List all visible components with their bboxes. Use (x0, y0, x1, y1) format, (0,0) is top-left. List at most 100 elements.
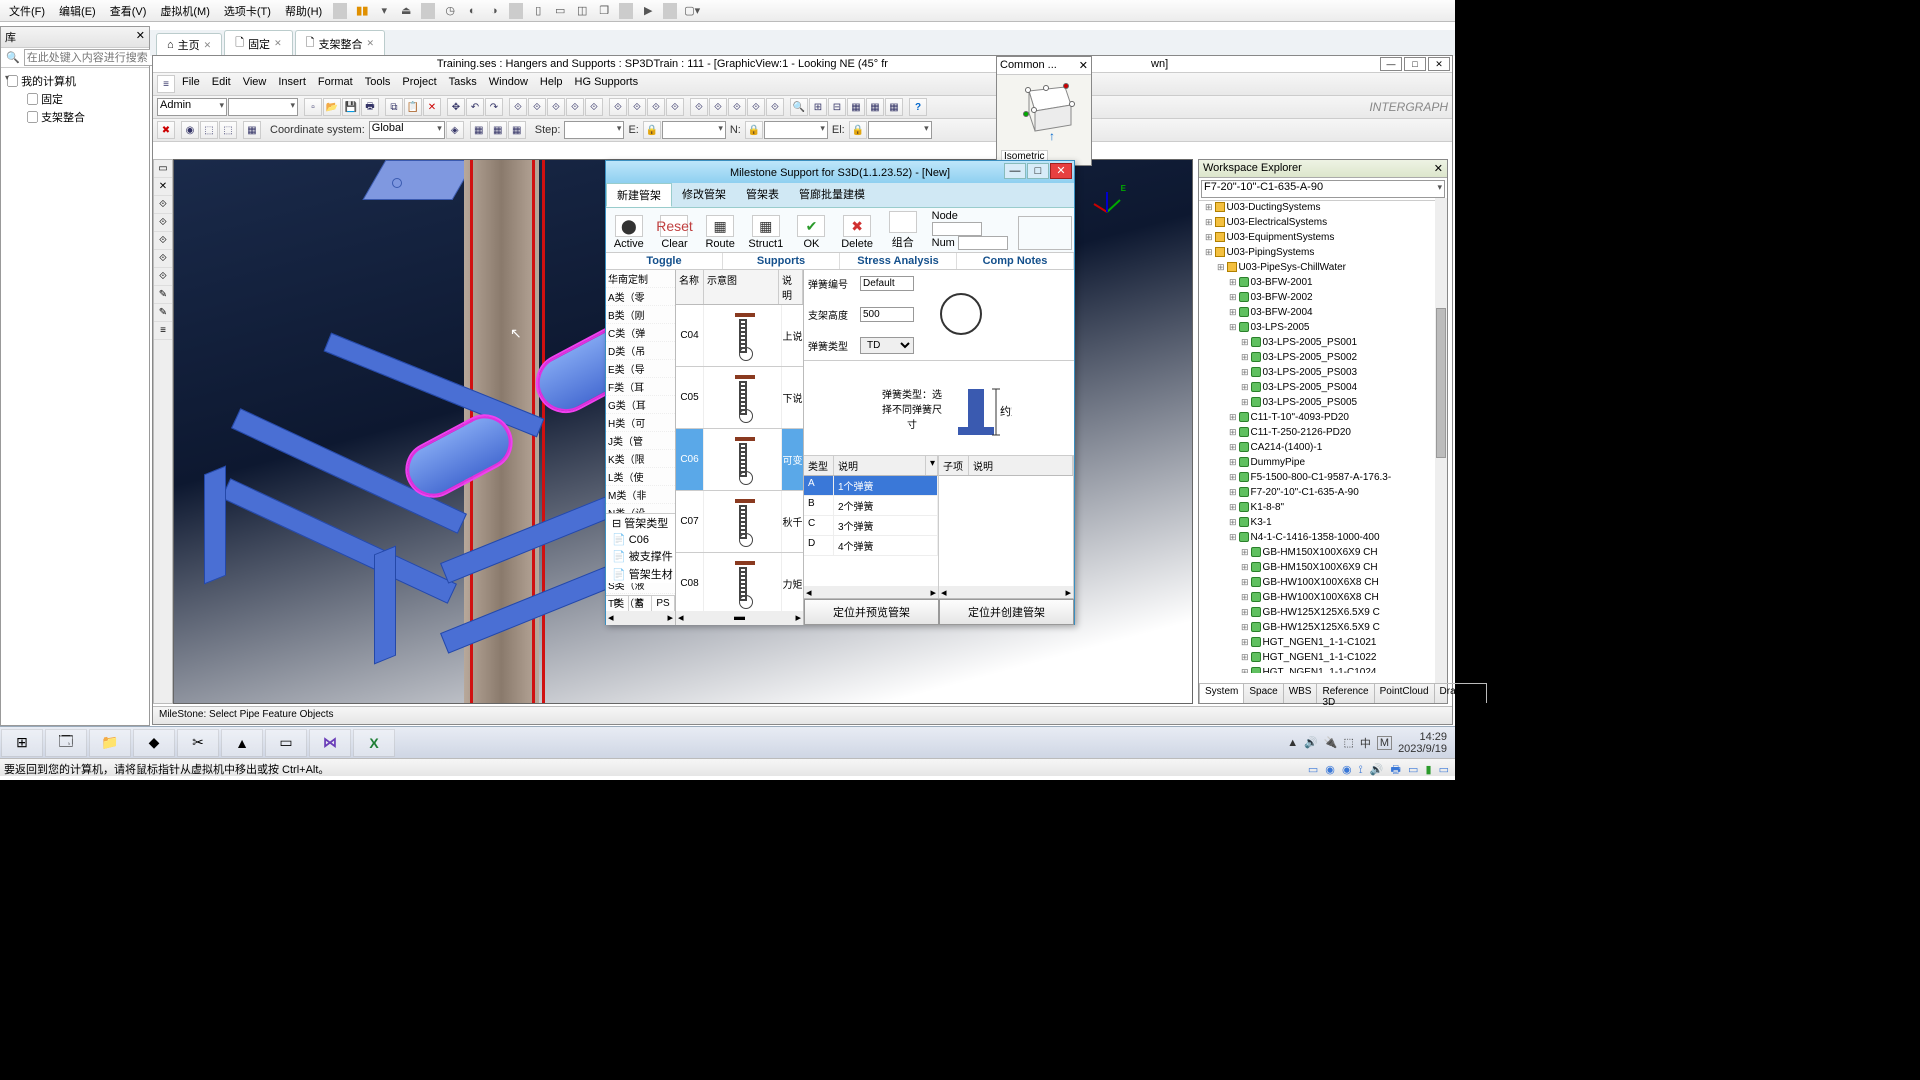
ws-tab-system[interactable]: System (1199, 683, 1244, 703)
snip-icon[interactable]: ✂ (177, 729, 219, 757)
select-icon[interactable]: ▭ (154, 160, 172, 178)
new-icon[interactable]: ▫ (304, 98, 322, 116)
scheme-row[interactable]: C07秋千 (676, 491, 803, 553)
ws-tree[interactable]: U03-DuctingSystemsU03-ElectricalSystemsU… (1199, 198, 1435, 673)
node-input[interactable] (932, 222, 982, 236)
vm-menu-file[interactable]: 文件(F) (2, 0, 52, 22)
tool-icon[interactable]: ⊟ (828, 98, 846, 116)
clock-time[interactable]: 14:29 (1398, 731, 1447, 743)
tool-icon[interactable]: ≡ (154, 322, 172, 340)
lock-icon[interactable]: 🔒 (745, 121, 763, 139)
type-table[interactable]: 类型说明▾ A1个弹簧B2个弹簧C3个弹簧D4个弹簧 ◂▸ (804, 456, 939, 598)
detail-tree-item[interactable]: 📄 C06 (606, 532, 675, 547)
ws-tree-node[interactable]: U03-DuctingSystems (1201, 200, 1433, 215)
tool-icon[interactable]: ◉ (181, 121, 199, 139)
n-dropdown[interactable] (764, 121, 828, 139)
ws-tree-node[interactable]: 03-LPS-2005_PS002 (1201, 350, 1433, 365)
menu-file[interactable]: File (177, 75, 205, 93)
lock-icon[interactable]: 🔒 (849, 121, 867, 139)
menu-help[interactable]: Help (535, 75, 568, 93)
pause-icon[interactable]: ▮▮ (353, 2, 371, 20)
open-icon[interactable]: 📂 (323, 98, 341, 116)
paste-icon[interactable]: 📋 (404, 98, 422, 116)
tool-icon[interactable]: ⟐ (766, 98, 784, 116)
snapshot-icon[interactable]: ◐ (463, 2, 481, 20)
dialog-titlebar[interactable]: Milestone Support for S3D(1.1.23.52) - [… (606, 161, 1074, 183)
ws-tree-node[interactable]: HGT_NGEN1_1-1-C1022 (1201, 650, 1433, 665)
library-tree[interactable]: ▢ 我的计算机 ▢ 固定 ▢ 支架整合 (1, 68, 149, 130)
close-icon[interactable]: ✕ (366, 38, 374, 49)
tool-icon[interactable]: ⟐ (154, 268, 172, 286)
tool-icon[interactable]: ▦ (866, 98, 884, 116)
category-item[interactable]: F类（耳 (606, 378, 675, 396)
copy-icon[interactable]: ⧉ (385, 98, 403, 116)
tool-icon[interactable]: ◈ (446, 121, 464, 139)
ws-tree-node[interactable]: N4-1-C-1416-1358-1000-400 (1201, 530, 1433, 545)
subitem-table[interactable]: 子项说明 ◂▸ (939, 456, 1074, 598)
table-row[interactable]: A1个弹簧 (804, 476, 938, 496)
device-icon[interactable]: 🔊 (1370, 764, 1384, 776)
device-icon[interactable]: ▭ (1439, 764, 1449, 776)
menu-project[interactable]: Project (397, 75, 441, 93)
scroll-right-icon[interactable]: ▸ (795, 611, 801, 625)
close-icon[interactable]: ✕ (204, 40, 212, 51)
scheme-row[interactable]: C05下说 (676, 367, 803, 429)
subtab-notes[interactable]: Comp Notes (957, 253, 1074, 269)
ws-tree-node[interactable]: 03-LPS-2005_PS004 (1201, 380, 1433, 395)
menu-tasks[interactable]: Tasks (444, 75, 482, 93)
layout3-icon[interactable]: ◫ (573, 2, 591, 20)
ws-tree-node[interactable]: 03-LPS-2005 (1201, 320, 1433, 335)
vs-icon[interactable]: ⋈ (309, 729, 351, 757)
close-icon[interactable]: ✕ (1428, 57, 1450, 71)
unity-icon[interactable]: ▢▾ (683, 2, 701, 20)
tool-icon[interactable]: ⬚ (200, 121, 218, 139)
menu-format[interactable]: Format (313, 75, 358, 93)
menu-hgsup[interactable]: HG Supports (570, 75, 644, 93)
table-row[interactable]: B2个弹簧 (804, 496, 938, 516)
tool-icon[interactable]: ▦ (470, 121, 488, 139)
category-item[interactable]: G类（耳 (606, 396, 675, 414)
detail-tree-item[interactable]: 📄 被支撑件 (606, 547, 675, 565)
detail-tree-item[interactable]: ⊟ 管架类型 (606, 514, 675, 532)
vm-menu-edit[interactable]: 编辑(E) (52, 0, 103, 22)
close-icon[interactable]: ✕ (1434, 162, 1443, 175)
vm-menu-view[interactable]: 查看(V) (103, 0, 154, 22)
move-icon[interactable]: ✥ (447, 98, 465, 116)
ws-tree-node[interactable]: GB-HM150X100X6X9 CH (1201, 545, 1433, 560)
tool-icon[interactable]: ⟐ (628, 98, 646, 116)
ws-tab-pointcloud[interactable]: PointCloud (1374, 683, 1435, 703)
ws-tab-drawings[interactable]: Drawings (1434, 683, 1488, 703)
tool-icon[interactable]: ⬚ (219, 121, 237, 139)
dlg-tool-route[interactable]: ▦Route (697, 213, 743, 252)
tab-batch[interactable]: 管廊批量建模 (789, 183, 875, 207)
tool-icon[interactable]: ⊞ (809, 98, 827, 116)
ws-tree-node[interactable]: 03-BFW-2001 (1201, 275, 1433, 290)
clock-date[interactable]: 2023/9/19 (1398, 743, 1447, 755)
ws-tree-node[interactable]: HGT_NGEN1_1-1-C1024 (1201, 665, 1433, 673)
tab-new[interactable]: 新建管架 (606, 183, 672, 207)
num-input[interactable] (958, 236, 1008, 250)
device-icon[interactable]: 🖶 (1391, 764, 1401, 776)
tool-icon[interactable]: ⟐ (747, 98, 765, 116)
step-dropdown[interactable] (564, 121, 624, 139)
table-row[interactable]: D4个弹簧 (804, 536, 938, 556)
device-icon[interactable]: ◉ (1342, 764, 1352, 776)
subtab-toggle[interactable]: Toggle (606, 253, 723, 269)
detail-tree-item[interactable]: 📄 管架生材 (606, 565, 675, 583)
ws-tree-node[interactable]: C11-T-250-2126-PD20 (1201, 425, 1433, 440)
s-button[interactable]: S (629, 596, 652, 611)
menu-view[interactable]: View (238, 75, 272, 93)
category-list[interactable]: 华南定制A类（零B类（刚C类（弹D类（吊E类（导F类（耳G类（耳H类（可J类（管… (606, 270, 676, 625)
tool-icon[interactable]: ⟐ (154, 250, 172, 268)
scrollbar[interactable] (1435, 198, 1447, 687)
spring-id-input[interactable] (860, 276, 914, 291)
ws-tree-node[interactable]: GB-HW100X100X6X8 CH (1201, 575, 1433, 590)
height-input[interactable] (860, 307, 914, 322)
folder-icon[interactable]: 📁 (89, 729, 131, 757)
clock-icon[interactable]: ◷ (441, 2, 459, 20)
ws-tree-node[interactable]: CA214-(1400)-1 (1201, 440, 1433, 455)
ws-tree-node[interactable]: 03-LPS-2005_PS003 (1201, 365, 1433, 380)
tool-icon[interactable]: ⟐ (666, 98, 684, 116)
device-icon[interactable]: ◉ (1325, 764, 1335, 776)
ws-tree-node[interactable]: U03-PipingSystems (1201, 245, 1433, 260)
